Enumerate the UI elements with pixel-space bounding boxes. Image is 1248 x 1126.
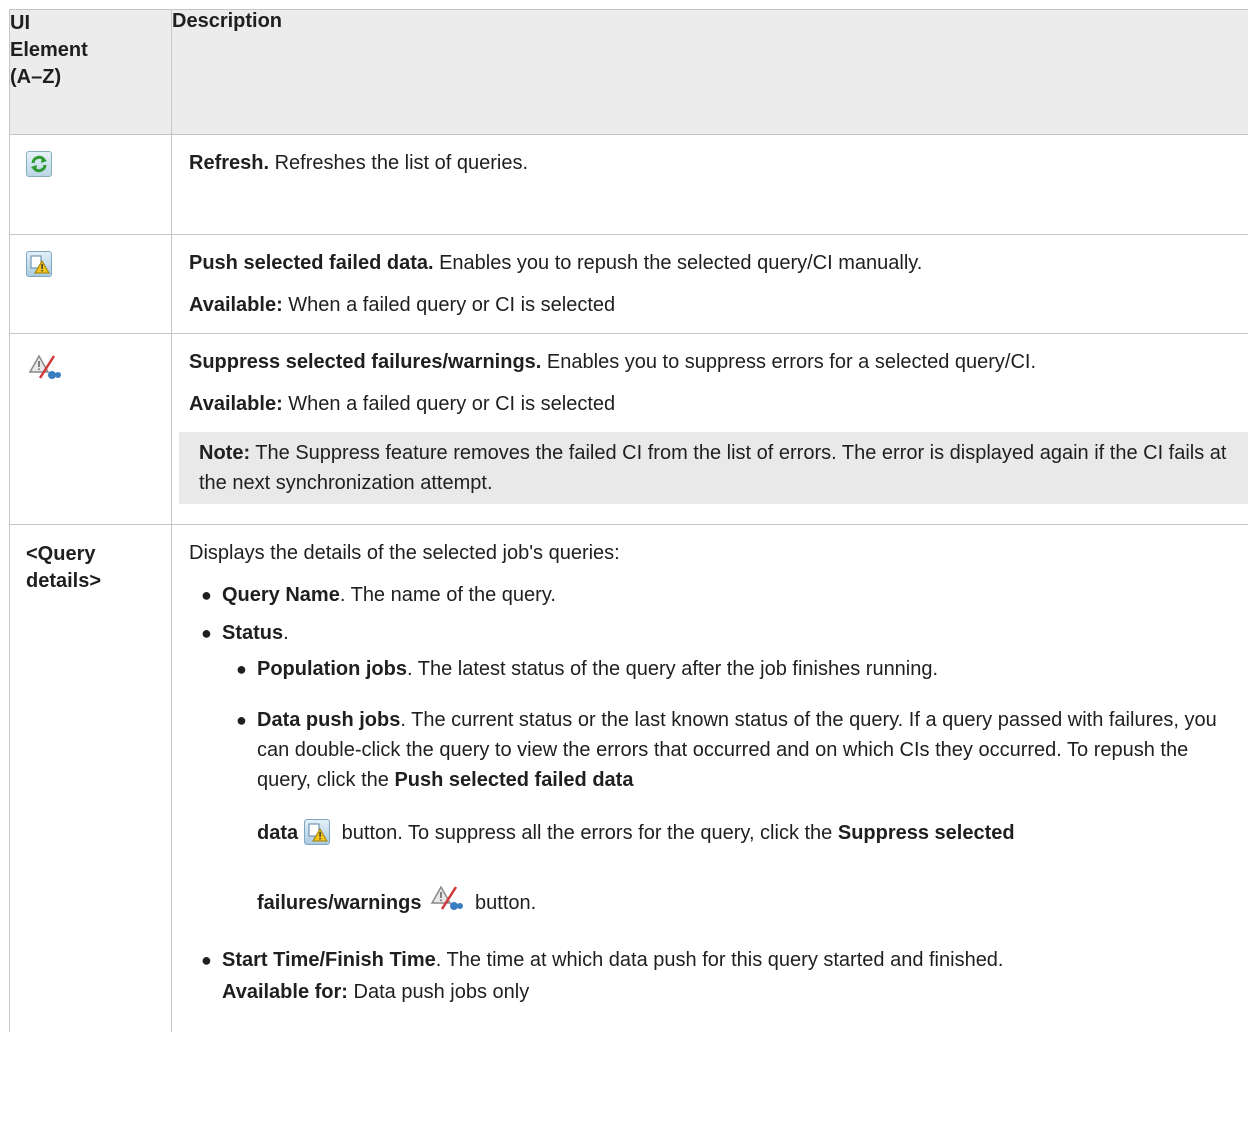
column-header-description: Description <box>171 9 1248 135</box>
table-header-row: UI Element (A–Z) Description <box>9 9 1248 135</box>
table-row: Refresh. Refreshes the list of queries. <box>9 134 1248 235</box>
ui-elements-table: UI Element (A–Z) Description Refresh. Re… <box>9 9 1248 1032</box>
list-item: ● Status. ● Population jobs. The latest st… <box>201 619 1238 930</box>
note-box: Note: The Suppress feature removes the f… <box>179 432 1248 504</box>
list-item: ● Query Name. The name of the query. <box>201 584 556 606</box>
refresh-description: Refresh. Refreshes the list of queries. <box>171 134 1248 235</box>
status-sublist: ● Population jobs. The latest status of t… <box>222 655 1238 930</box>
table-row: <Query details> Displays the details of … <box>9 524 1248 1032</box>
suppress-icon <box>428 881 464 915</box>
list-item: ● Start Time/Finish Time. The time at whi… <box>201 949 1004 1003</box>
table-row: Suppress selected failures/warnings. Ena… <box>9 333 1248 525</box>
push-failed-data-icon <box>26 251 52 277</box>
list-item: ● Data push jobs. The current status or t… <box>236 709 1217 915</box>
suppress-icon <box>26 350 62 384</box>
table-row: Push selected failed data. Enables you t… <box>9 234 1248 334</box>
query-details-list: ● Query Name. The name of the query. ● Sta… <box>189 581 1238 1008</box>
list-item: ● Population jobs. The latest status of t… <box>236 658 939 680</box>
suppress-description: Suppress selected failures/warnings. Ena… <box>171 333 1248 525</box>
query-details-description: Displays the details of the selected job… <box>171 524 1248 1032</box>
query-details-label: <Query details> <box>9 524 172 1032</box>
push-failed-data-description: Push selected failed data. Enables you t… <box>171 234 1248 334</box>
refresh-icon <box>26 151 52 177</box>
push-failed-data-icon <box>304 819 331 845</box>
column-header-ui-element: UI Element (A–Z) <box>9 9 172 135</box>
